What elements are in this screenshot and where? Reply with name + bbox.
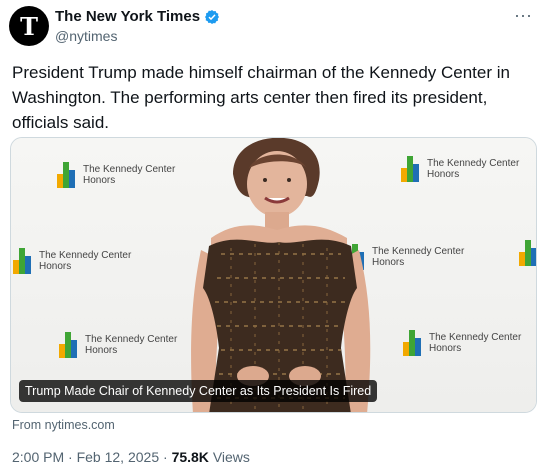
separator: · <box>68 449 73 465</box>
separator: · <box>163 449 168 465</box>
post-time[interactable]: 2:00 PM <box>12 449 64 465</box>
author-handle[interactable]: @nytimes <box>55 28 117 45</box>
card-source[interactable]: From nytimes.com <box>12 417 115 433</box>
media-card[interactable]: The Kennedy Center Honors The Kennedy Cen… <box>10 137 537 413</box>
media-caption: Trump Made Chair of Kennedy Center as It… <box>19 380 378 402</box>
views-label: Views <box>212 449 250 465</box>
woman-photo <box>191 138 371 412</box>
avatar[interactable]: T <box>9 6 49 46</box>
backdrop-logo: The Kennedy Center Honors <box>57 162 175 188</box>
more-icon[interactable]: ··· <box>514 6 532 24</box>
nyt-logo-icon: T <box>20 11 38 41</box>
author-name[interactable]: The New York Times <box>55 8 220 26</box>
views-count: 75.8K <box>171 449 209 465</box>
backdrop-logo: The Kennedy Center Honors <box>59 332 177 358</box>
backdrop-logo: The Kennedy Center Honors <box>13 248 131 274</box>
tweet-text: President Trump made himself chairman of… <box>12 63 510 132</box>
tweet-meta: 2:00 PM · Feb 12, 2025 · 75.8K Views <box>12 448 250 466</box>
backdrop-logo: The Kennedy Center Honors <box>401 156 519 182</box>
post-date[interactable]: Feb 12, 2025 <box>77 449 160 465</box>
verified-badge-icon <box>205 10 220 24</box>
display-name-text: The New York Times <box>55 8 201 25</box>
backdrop-logo: The Kennedy Center Honors <box>403 330 521 356</box>
backdrop-logo <box>519 240 536 266</box>
